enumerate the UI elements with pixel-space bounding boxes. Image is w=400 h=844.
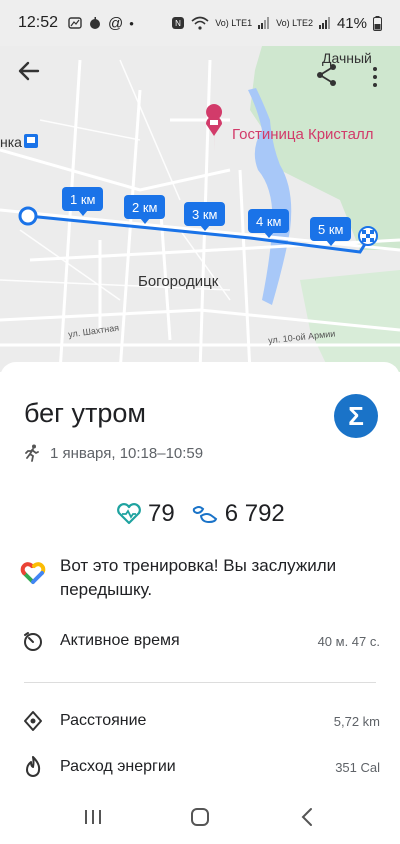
route-start-marker bbox=[18, 206, 38, 226]
battery-icon bbox=[373, 15, 382, 31]
chevron-left-icon bbox=[301, 808, 312, 826]
location-icon bbox=[24, 711, 42, 731]
heart-points-metric: 79 bbox=[116, 500, 175, 528]
signal-bars-2-icon bbox=[318, 17, 330, 29]
steps-metric: 6 792 bbox=[191, 500, 285, 528]
battery-percent: 41% bbox=[336, 14, 367, 32]
achievement-message: Вот это тренировка! Вы заслужили передыш… bbox=[60, 556, 337, 599]
route-map[interactable]: Дачный нка Гостиница Кристалл Богородицк… bbox=[0, 0, 400, 372]
map-label-town: Богородицк bbox=[138, 273, 219, 290]
km-marker-5[interactable]: 5 км bbox=[310, 217, 352, 246]
share-icon bbox=[317, 64, 336, 86]
nav-back-button[interactable] bbox=[287, 797, 327, 837]
steps-icon bbox=[192, 506, 217, 524]
energy-row: Расход энергии 351 Cal bbox=[20, 754, 380, 780]
more-vert-icon bbox=[373, 67, 377, 71]
workout-date: 1 января, 10:18–10:59 bbox=[50, 444, 204, 462]
apple-icon bbox=[90, 17, 101, 29]
distance-label: Расстояние bbox=[60, 712, 147, 729]
wifi-icon bbox=[191, 16, 209, 30]
dot-icon: • bbox=[129, 15, 134, 31]
more-options-button[interactable] bbox=[366, 62, 384, 92]
divider bbox=[24, 682, 376, 683]
home-icon bbox=[190, 808, 209, 826]
km-marker-2[interactable]: 2 км bbox=[124, 195, 166, 224]
recent-apps-button[interactable] bbox=[73, 797, 113, 837]
signal-bars-1-icon bbox=[258, 17, 270, 29]
share-button[interactable] bbox=[314, 62, 344, 92]
timer-icon bbox=[24, 632, 42, 651]
steps-value: 6 792 bbox=[224, 500, 285, 527]
km-marker-1[interactable]: 1 км bbox=[62, 187, 104, 216]
workout-metrics: 79 6 792 bbox=[116, 500, 285, 528]
workout-title: бег утром bbox=[24, 398, 146, 428]
signal-lte2-label: Vo) LTE2 bbox=[276, 17, 313, 28]
active-time-value: 40 м. 47 с. bbox=[317, 633, 380, 649]
back-button[interactable] bbox=[18, 60, 48, 90]
system-nav-bar bbox=[0, 790, 400, 844]
km-marker-4[interactable]: 4 км bbox=[248, 209, 290, 238]
arrow-left-icon bbox=[18, 61, 40, 81]
map-poi-hotel[interactable]: Гостиница Кристалл bbox=[232, 126, 373, 143]
map-label-station: нка bbox=[0, 134, 22, 150]
signal-lte1-label: Vo) LTE1 bbox=[215, 17, 253, 28]
home-button[interactable] bbox=[180, 797, 220, 837]
at-icon: @ bbox=[108, 14, 124, 32]
energy-value: 351 Cal bbox=[335, 759, 380, 775]
run-icon bbox=[25, 444, 39, 462]
svg-text:N: N bbox=[175, 19, 181, 28]
google-fit-icon bbox=[20, 562, 46, 584]
nfc-icon: N bbox=[172, 17, 185, 29]
status-time: 12:52 bbox=[18, 14, 59, 31]
heart-points-value: 79 bbox=[148, 500, 175, 527]
km-marker-3[interactable]: 3 км bbox=[184, 202, 226, 231]
heart-points-icon bbox=[117, 503, 141, 525]
achievement-message-row: Вот это тренировка! Вы заслужили передыш… bbox=[20, 554, 370, 602]
sigma-icon[interactable]: Σ bbox=[334, 394, 378, 438]
workout-details-sheet: бег утром Σ 1 января, 10:18–10:59 79 6 7… bbox=[0, 362, 400, 844]
active-time-label: Активное время bbox=[60, 632, 180, 649]
image-notification-icon bbox=[68, 17, 82, 29]
status-bar: 12:52 @ • N Vo) LTE1 Vo) LTE2 41% bbox=[0, 0, 400, 46]
workout-date-row: 1 января, 10:18–10:59 bbox=[24, 444, 203, 462]
active-time-row: Активное время 40 м. 47 с. bbox=[20, 628, 380, 654]
distance-value: 5,72 km bbox=[333, 713, 380, 729]
recent-apps-icon bbox=[85, 810, 102, 824]
distance-row: Расстояние 5,72 km bbox=[20, 708, 380, 734]
energy-label: Расход энергии bbox=[60, 758, 176, 775]
flame-icon bbox=[26, 756, 41, 777]
